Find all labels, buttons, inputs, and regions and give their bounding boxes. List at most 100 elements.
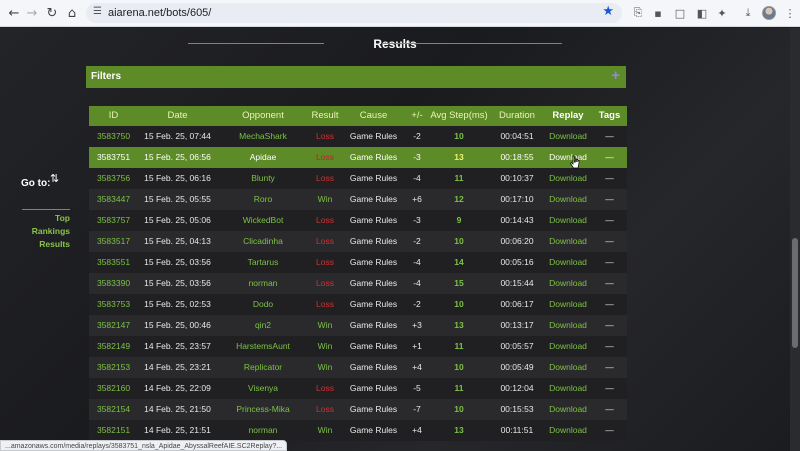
row-download-link[interactable]: Download: [544, 273, 592, 294]
row-date: 14 Feb. 25, 21:50: [144, 404, 211, 414]
row-id-link[interactable]: 3583757: [89, 210, 138, 231]
filters-panel[interactable]: Filters +: [86, 66, 626, 88]
row-id-link[interactable]: 3583753: [89, 294, 138, 315]
row-opponent-link[interactable]: Clicadinha: [217, 231, 309, 252]
results-heading: Results: [373, 37, 417, 51]
extension-icon[interactable]: ⎘: [628, 3, 648, 23]
row-download-link[interactable]: Download: [544, 252, 592, 273]
row-id-link[interactable]: 3582151: [89, 420, 138, 441]
scrollbar-thumb[interactable]: [792, 238, 798, 348]
row-opponent-link[interactable]: Visenya: [217, 378, 309, 399]
download-icon[interactable]: ⤓: [738, 3, 758, 23]
row-duration: 00:05:49: [500, 362, 534, 372]
filters-label: Filters: [91, 71, 122, 82]
expand-plus-icon[interactable]: +: [611, 67, 620, 84]
row-id-link[interactable]: 3583750: [89, 126, 138, 147]
row-opponent-link[interactable]: Blunty: [217, 168, 309, 189]
row-opponent-link[interactable]: norman: [217, 273, 309, 294]
row-download-link[interactable]: Download: [544, 294, 592, 315]
row-id-link[interactable]: 3582154: [89, 399, 138, 420]
row-download-link[interactable]: Download: [544, 420, 592, 441]
header-plus-minus[interactable]: +/-: [406, 106, 428, 126]
row-tags: —: [605, 131, 614, 141]
row-download-link[interactable]: Download: [544, 336, 592, 357]
nav-link-top[interactable]: Top: [55, 213, 70, 223]
menu-kebab-icon[interactable]: ⋮: [780, 3, 800, 23]
row-download-link[interactable]: Download: [544, 147, 592, 168]
row-avg-step: 11: [454, 173, 464, 183]
bookmark-star-icon[interactable]: ★: [602, 4, 614, 19]
row-id-link[interactable]: 3582153: [89, 357, 138, 378]
header-duration[interactable]: Duration: [490, 106, 544, 126]
row-date: 15 Feb. 25, 03:56: [144, 278, 211, 288]
row-download-link[interactable]: Download: [544, 126, 592, 147]
row-date: 14 Feb. 25, 21:51: [144, 425, 211, 435]
title-rule-right: [382, 43, 562, 44]
row-cause: Game Rules: [349, 194, 398, 204]
header-avg-step[interactable]: Avg Step(ms): [428, 106, 490, 126]
row-opponent-link[interactable]: norman: [217, 420, 309, 441]
back-icon[interactable]: ←: [4, 3, 24, 23]
header-replay: Replay: [552, 110, 584, 121]
header-cause[interactable]: Cause: [341, 106, 406, 126]
sort-arrows-icon[interactable]: ⇅: [50, 172, 59, 185]
row-plus-minus: -5: [413, 383, 421, 393]
table-row: 3582154 14 Feb. 25, 21:50 Princess-Mika Los…: [89, 399, 627, 420]
forward-icon[interactable]: →: [22, 3, 42, 23]
extension-icon[interactable]: ◧: [692, 3, 712, 23]
row-id-link[interactable]: 3583751: [89, 147, 138, 168]
row-download-link[interactable]: Download: [544, 168, 592, 189]
row-cause: Game Rules: [349, 320, 398, 330]
row-id-link[interactable]: 3582160: [89, 378, 138, 399]
header-tags: Tags: [598, 110, 621, 121]
row-download-link[interactable]: Download: [544, 231, 592, 252]
row-download-link[interactable]: Download: [544, 210, 592, 231]
extension-icon[interactable]: □: [670, 3, 690, 23]
row-download-link[interactable]: Download: [544, 357, 592, 378]
reload-icon[interactable]: ↻: [42, 3, 62, 23]
url-text[interactable]: aiarena.net/bots/605/: [108, 7, 211, 19]
row-id-link[interactable]: 3583756: [89, 168, 138, 189]
extensions-puzzle-icon[interactable]: ✦: [712, 3, 732, 23]
row-opponent-link[interactable]: MechaShark: [217, 126, 309, 147]
profile-avatar[interactable]: [762, 6, 776, 20]
row-opponent-link[interactable]: HarstemsAunt: [217, 336, 309, 357]
nav-link-results[interactable]: Results: [39, 239, 70, 249]
extension-icon[interactable]: ▪: [648, 3, 668, 23]
row-id-link[interactable]: 3583517: [89, 231, 138, 252]
row-opponent-link[interactable]: Apidae: [217, 147, 309, 168]
row-download-link[interactable]: Download: [544, 315, 592, 336]
row-avg-step: 14: [454, 257, 464, 267]
row-opponent-link[interactable]: Replicator: [217, 357, 309, 378]
home-icon[interactable]: ⌂: [62, 3, 82, 23]
row-duration: 00:11:51: [500, 425, 534, 435]
row-opponent-link[interactable]: WickedBot: [217, 210, 309, 231]
row-download-link[interactable]: Download: [544, 399, 592, 420]
row-plus-minus: -4: [413, 173, 421, 183]
page-scrollbar[interactable]: [790, 28, 800, 451]
row-id-link[interactable]: 3583551: [89, 252, 138, 273]
row-opponent-link[interactable]: Dodo: [217, 294, 309, 315]
header-opponent[interactable]: Opponent: [217, 106, 309, 126]
row-id-link[interactable]: 3583390: [89, 273, 138, 294]
row-avg-step: 10: [454, 362, 464, 372]
row-date: 15 Feb. 25, 07:44: [144, 131, 211, 141]
row-id-link[interactable]: 3582149: [89, 336, 138, 357]
address-bar[interactable]: ☰ aiarena.net/bots/605/ ★: [86, 3, 622, 23]
table-row: 3583750 15 Feb. 25, 07:44 MechaShark Loss Ga…: [89, 126, 627, 147]
row-opponent-link[interactable]: Roro: [217, 189, 309, 210]
row-cause: Game Rules: [349, 404, 398, 414]
row-id-link[interactable]: 3582147: [89, 315, 138, 336]
header-result[interactable]: Result: [309, 106, 341, 126]
nav-link-rankings[interactable]: Rankings: [32, 226, 70, 236]
row-opponent-link[interactable]: qin2: [217, 315, 309, 336]
row-opponent-link[interactable]: Princess-Mika: [217, 399, 309, 420]
header-date[interactable]: Date: [138, 106, 217, 126]
row-result: Loss: [316, 404, 334, 414]
site-info-icon[interactable]: ☰: [93, 6, 102, 17]
row-download-link[interactable]: Download: [544, 189, 592, 210]
header-id[interactable]: ID: [89, 106, 138, 126]
row-id-link[interactable]: 3583447: [89, 189, 138, 210]
row-download-link[interactable]: Download: [544, 378, 592, 399]
row-opponent-link[interactable]: Tartarus: [217, 252, 309, 273]
